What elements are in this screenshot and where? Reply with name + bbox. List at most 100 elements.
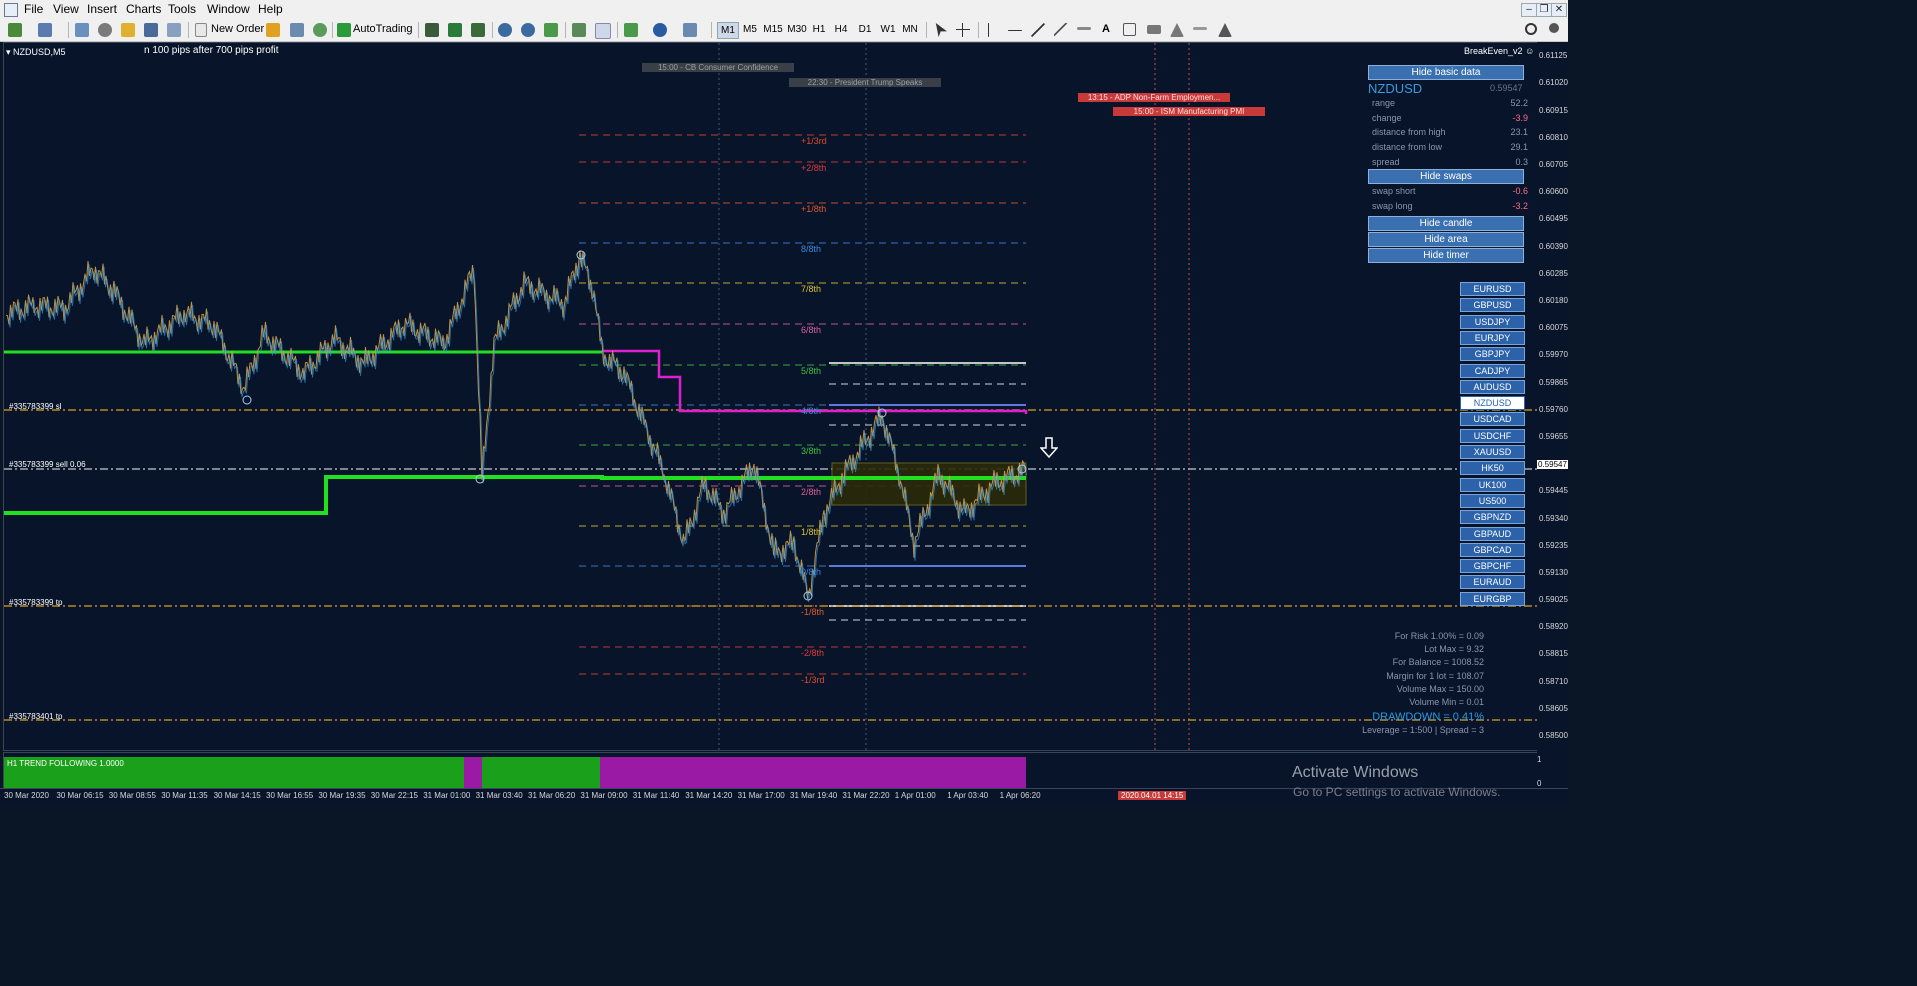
menu-file[interactable]: File xyxy=(24,2,43,16)
time-tick-8: 31 Mar 01:00 xyxy=(423,791,471,800)
symbol-button-audusd[interactable]: AUDUSD xyxy=(1460,379,1525,394)
hide-swaps-button[interactable]: Hide swaps xyxy=(1368,169,1524,184)
templates-icon[interactable] xyxy=(683,23,697,37)
signals-icon[interactable] xyxy=(313,23,327,37)
symbol-button-eurusd[interactable]: EURUSD xyxy=(1460,282,1525,296)
symbol-button-gbpchf[interactable]: GBPCHF xyxy=(1460,559,1525,574)
symbol-button-gbpusd[interactable]: GBPUSD xyxy=(1460,298,1525,313)
chart-shift-icon[interactable] xyxy=(572,23,586,37)
timeframe-mn[interactable]: MN xyxy=(900,22,920,37)
hide-basic-data-button[interactable]: Hide basic data xyxy=(1368,65,1524,80)
data-window-icon[interactable] xyxy=(98,23,112,37)
community-icon[interactable] xyxy=(1549,23,1559,33)
trendline-icon[interactable] xyxy=(1031,23,1045,37)
triangle-icon[interactable] xyxy=(1170,23,1184,37)
symbol-button-usdcad[interactable]: USDCAD xyxy=(1460,412,1525,427)
symbol-button-euraud[interactable]: EURAUD xyxy=(1460,575,1525,590)
zoom-in-icon[interactable] xyxy=(498,23,512,37)
navigator-icon[interactable] xyxy=(121,23,135,37)
price-tick-3: 0.60810 xyxy=(1539,132,1568,142)
channel-icon[interactable] xyxy=(1054,23,1068,37)
symbol-button-hk50[interactable]: HK50 xyxy=(1460,461,1525,476)
symbol-button-usdchf[interactable]: USDCHF xyxy=(1460,428,1525,443)
market-watch-icon[interactable] xyxy=(75,23,89,37)
fib-label-9: 2/8th xyxy=(801,487,822,497)
bar-chart-icon[interactable] xyxy=(425,23,439,37)
timeframe-m1[interactable]: M1 xyxy=(717,22,739,39)
timeframe-h1[interactable]: H1 xyxy=(810,22,828,37)
fibonacci-icon[interactable] xyxy=(1077,27,1091,30)
strategy-tester-icon[interactable] xyxy=(167,23,181,37)
symbol-button-gbpjpy[interactable]: GBPJPY xyxy=(1460,347,1525,362)
options-icon[interactable] xyxy=(290,23,304,37)
vertical-line-icon[interactable] xyxy=(988,23,989,37)
symbol-button-us500[interactable]: US500 xyxy=(1460,493,1525,508)
menu-tools[interactable]: Tools xyxy=(168,2,196,16)
hide-timer-button[interactable]: Hide timer xyxy=(1368,248,1524,263)
symbol-button-gbpaud[interactable]: GBPAUD xyxy=(1460,526,1525,541)
menu-insert[interactable]: Insert xyxy=(87,2,117,16)
symbol-button-eurjpy[interactable]: EURJPY xyxy=(1460,330,1525,345)
event-ism-pmi[interactable]: 15:00 - ISM Manufacturing PMI xyxy=(1113,107,1265,116)
arrows-icon[interactable] xyxy=(1218,23,1232,37)
restore-icon[interactable]: ❐ xyxy=(1536,3,1552,17)
time-axis[interactable]: 2020.04.01 14:15 Go to PC settings to ac… xyxy=(0,785,1568,806)
terminal-icon[interactable] xyxy=(144,23,158,37)
timeframe-d1[interactable]: D1 xyxy=(856,22,874,37)
symbol-button-eurgbp[interactable]: EURGBP xyxy=(1460,591,1525,606)
hide-candle-button[interactable]: Hide candle xyxy=(1368,216,1524,231)
timeframe-m30[interactable]: M30 xyxy=(786,22,808,37)
candlestick-icon[interactable] xyxy=(448,23,462,37)
text-tool-icon[interactable]: A xyxy=(1102,23,1110,39)
symbol-button-xauusd[interactable]: XAUUSD xyxy=(1460,445,1525,459)
horizontal-line-icon[interactable] xyxy=(1008,30,1022,31)
minimize-icon[interactable]: – xyxy=(1521,3,1537,17)
menu-view[interactable]: View xyxy=(53,2,79,16)
metaeditor-icon[interactable] xyxy=(266,23,280,37)
price-chart[interactable]: ▾ NZDUSD,M5 n 100 pips after 700 pips pr… xyxy=(3,42,1539,751)
app-icon[interactable] xyxy=(4,3,18,17)
fibo-fan-icon[interactable] xyxy=(1193,27,1207,30)
stat-row-distance-from-low: distance from low 29.1 xyxy=(1372,142,1528,152)
stat-value: 23.1 xyxy=(1510,127,1528,138)
zoom-out-icon[interactable] xyxy=(521,23,535,37)
symbol-button-cadjpy[interactable]: CADJPY xyxy=(1460,363,1525,378)
time-tick-19: 1 Apr 06:20 xyxy=(999,791,1041,800)
tile-windows-icon[interactable] xyxy=(544,23,558,37)
symbol-button-gbpnzd[interactable]: GBPNZD xyxy=(1460,510,1525,525)
event-trump-speaks[interactable]: 22:30 - President Trump Speaks xyxy=(789,78,941,87)
symbol-button-usdjpy[interactable]: USDJPY xyxy=(1460,314,1525,329)
new-chart-icon[interactable] xyxy=(8,23,22,37)
rectangle-icon[interactable] xyxy=(1147,25,1161,34)
text-label-icon[interactable] xyxy=(1123,23,1136,36)
event-cb-consumer-confidence[interactable]: 15:00 - CB Consumer Confidence xyxy=(642,63,794,72)
symbol-button-gbpcad[interactable]: GBPCAD xyxy=(1460,542,1525,557)
hide-area-button[interactable]: Hide area xyxy=(1368,232,1524,247)
symbol-button-nzdusd[interactable]: NZDUSD xyxy=(1460,396,1525,411)
search-icon[interactable] xyxy=(1525,23,1537,35)
autotrading-icon[interactable] xyxy=(337,23,351,37)
new-order-button[interactable]: New Order xyxy=(211,23,264,39)
timeframe-h4[interactable]: H4 xyxy=(832,22,850,37)
menu-charts[interactable]: Charts xyxy=(126,2,161,16)
close-icon[interactable]: ✕ xyxy=(1551,3,1567,17)
menu-window[interactable]: Window xyxy=(207,2,250,16)
line-chart-icon[interactable] xyxy=(471,23,485,37)
event-adp-nfp[interactable]: 13:15 - ADP Non-Farm Employmen... xyxy=(1078,93,1230,102)
price-tick-10: 0.60075 xyxy=(1539,323,1568,333)
periods-icon[interactable] xyxy=(653,23,667,37)
crosshair-icon[interactable] xyxy=(956,23,970,37)
timeframe-w1[interactable]: W1 xyxy=(878,22,898,37)
price-axis[interactable]: 0.61125 0.61020 0.60915 0.60810 0.60705 0.606… xyxy=(1537,42,1568,788)
menu-help[interactable]: Help xyxy=(258,2,283,16)
cursor-icon[interactable] xyxy=(935,23,947,37)
indicators-icon[interactable] xyxy=(624,23,638,37)
new-order-icon[interactable] xyxy=(195,23,207,37)
timeframe-m15[interactable]: M15 xyxy=(762,22,784,37)
price-tick-1: 0.61020 xyxy=(1539,78,1568,88)
timeframe-m5[interactable]: M5 xyxy=(740,22,760,37)
auto-scroll-icon[interactable] xyxy=(595,23,611,39)
profiles-icon[interactable] xyxy=(38,23,52,37)
autotrading-button[interactable]: AutoTrading xyxy=(353,23,413,39)
symbol-button-uk100[interactable]: UK100 xyxy=(1460,477,1525,492)
